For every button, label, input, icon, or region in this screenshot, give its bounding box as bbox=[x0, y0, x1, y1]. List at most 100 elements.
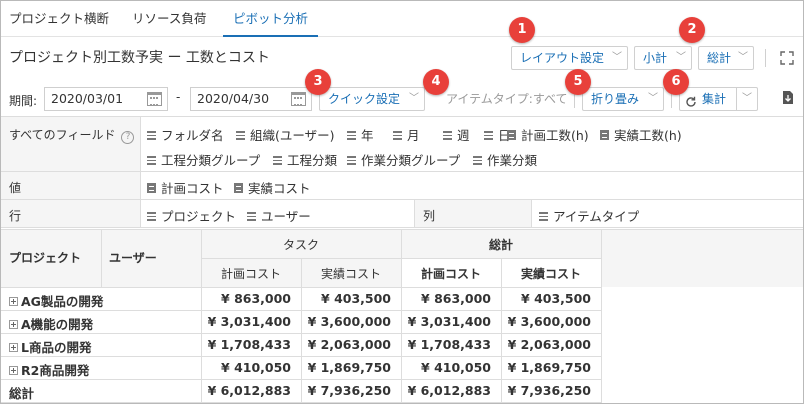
document-icon bbox=[600, 130, 609, 140]
help-icon[interactable]: ? bbox=[121, 131, 135, 144]
toolbar-divider bbox=[765, 49, 766, 67]
table-cell-value: ¥ 863,000 bbox=[221, 291, 291, 306]
callout-badge-1: 1 bbox=[509, 17, 535, 43]
callout-badge-2: 2 bbox=[679, 17, 705, 43]
export-icon[interactable] bbox=[782, 90, 798, 106]
row-label-text: AG製品の開発 bbox=[21, 294, 104, 309]
field-chip[interactable]: 実績工数(h) bbox=[600, 125, 682, 144]
field-chip[interactable]: 工程分類 bbox=[273, 150, 337, 169]
expand-plus-icon[interactable] bbox=[9, 297, 18, 306]
hamburger-icon bbox=[347, 131, 356, 140]
hamburger-icon bbox=[539, 212, 548, 221]
calendar-icon[interactable] bbox=[291, 92, 306, 106]
row-label-text: 総計 bbox=[9, 386, 35, 401]
expand-plus-icon[interactable] bbox=[9, 343, 18, 352]
field-chip[interactable]: 作業分類グループ bbox=[347, 150, 460, 169]
field-chip[interactable]: 月 bbox=[393, 125, 420, 144]
project-row-label[interactable]: L商品の開発 bbox=[9, 337, 91, 356]
table-cell-value: ¥ 403,500 bbox=[521, 291, 591, 306]
row-label-text: L商品の開発 bbox=[21, 340, 92, 355]
table-cell-value: ¥ 3,600,000 bbox=[507, 314, 591, 329]
project-row-label[interactable]: AG製品の開発 bbox=[9, 291, 103, 310]
table-cell-value: ¥ 863,000 bbox=[421, 291, 491, 306]
row-label-text: R2商品開発 bbox=[21, 363, 90, 378]
column-group-task: タスク bbox=[282, 238, 319, 252]
expand-plus-icon[interactable] bbox=[9, 366, 18, 375]
grid-line bbox=[1, 379, 601, 380]
field-chip-label: アイテムタイプ bbox=[553, 209, 640, 224]
table-cell-value: ¥ 1,708,433 bbox=[407, 337, 491, 352]
table-cell-value: ¥ 3,031,400 bbox=[407, 314, 491, 329]
tab-project-cross[interactable]: プロジェクト横断 bbox=[9, 1, 109, 37]
expand-icon[interactable] bbox=[780, 51, 796, 67]
field-chip-label: 計画工数(h) bbox=[521, 128, 589, 143]
tab-resource-load[interactable]: リソース負荷 bbox=[132, 1, 206, 37]
field-chip-label: 計画コスト bbox=[161, 181, 224, 196]
field-chip-label: 工程分類グループ bbox=[161, 153, 261, 168]
field-chip[interactable]: 週 bbox=[443, 125, 470, 144]
field-chip-label: 実績工数(h) bbox=[614, 128, 682, 143]
grid-line bbox=[1, 356, 601, 357]
quick-settings-label: クイック設定 bbox=[328, 92, 401, 106]
values-label: 値 bbox=[1, 172, 141, 199]
chevron-down-icon: ﹀ bbox=[648, 93, 658, 104]
start-date-value: 2020/03/01 bbox=[51, 91, 124, 106]
grand-total-button[interactable]: 総計 ﹀ bbox=[698, 46, 754, 70]
all-fields-label: すべてのフィールド bbox=[9, 128, 116, 142]
project-row-label[interactable]: A機能の開発 bbox=[9, 314, 93, 333]
hamburger-icon bbox=[393, 131, 402, 140]
table-cell-value: ¥ 2,063,000 bbox=[507, 337, 591, 352]
table-cell-value: ¥ 7,936,250 bbox=[507, 383, 591, 398]
field-chip[interactable]: ユーザー bbox=[247, 206, 311, 225]
grid-line bbox=[1, 402, 601, 403]
grid-line bbox=[601, 229, 602, 403]
expand-plus-icon[interactable] bbox=[9, 320, 18, 329]
all-fields-label-cell: すべてのフィールド? bbox=[1, 117, 141, 171]
field-chip[interactable]: 計画コスト bbox=[147, 178, 224, 197]
hamburger-icon bbox=[443, 131, 452, 140]
page-title: プロジェクト別工数予実 ー 工数とコスト bbox=[9, 50, 270, 66]
fold-button[interactable]: 折り畳み ﹀ bbox=[582, 87, 664, 111]
column-total-actual-cost: 実績コスト bbox=[520, 267, 581, 281]
end-date-value: 2020/04/30 bbox=[197, 91, 270, 106]
field-chip[interactable]: 作業分類 bbox=[473, 150, 537, 169]
hamburger-icon bbox=[147, 131, 156, 140]
table-cell-value: ¥ 2,063,000 bbox=[307, 337, 391, 352]
chevron-down-icon: ﹀ bbox=[409, 93, 419, 104]
field-chip[interactable]: 計画工数(h) bbox=[507, 125, 589, 144]
document-icon bbox=[234, 183, 243, 193]
end-date-input[interactable]: 2020/04/30 bbox=[190, 87, 312, 111]
field-chip-label: 月 bbox=[407, 128, 420, 143]
columns-label-cell: 列 bbox=[414, 200, 532, 227]
field-chip[interactable]: フォルダ名 bbox=[147, 125, 224, 144]
field-chip[interactable]: アイテムタイプ bbox=[539, 206, 639, 225]
quick-settings-button[interactable]: クイック設定 ﹀ bbox=[319, 87, 425, 111]
start-date-input[interactable]: 2020/03/01 bbox=[44, 87, 168, 111]
aggregate-button[interactable]: 集計 bbox=[679, 87, 737, 111]
field-chip[interactable]: プロジェクト bbox=[147, 206, 236, 225]
tab-pivot-analysis[interactable]: ピボット分析 bbox=[223, 1, 319, 37]
aggregate-dropdown-button[interactable]: ﹀ bbox=[736, 87, 758, 111]
rows-columns-row: 行 プロジェクト ユーザー 列 アイテムタイプ bbox=[1, 200, 803, 228]
hamburger-icon bbox=[347, 156, 356, 165]
subtotal-button[interactable]: 小計 ﹀ bbox=[634, 46, 692, 70]
field-chip[interactable]: 年 bbox=[347, 125, 374, 144]
field-chip-label: フォルダ名 bbox=[161, 128, 224, 143]
row-header-project: プロジェクト bbox=[9, 251, 82, 265]
field-chip[interactable]: 実績コスト bbox=[234, 178, 311, 197]
field-chip[interactable]: 工程分類グループ bbox=[147, 150, 260, 169]
item-type-filter[interactable]: アイテムタイプ:すべて bbox=[437, 87, 571, 111]
rows-label: 行 bbox=[1, 200, 141, 227]
field-chip[interactable]: 組織(ユーザー) bbox=[236, 125, 335, 144]
calendar-icon[interactable] bbox=[147, 92, 162, 106]
table-cell-value: ¥ 1,869,750 bbox=[307, 360, 391, 375]
chevron-down-icon: ﹀ bbox=[676, 52, 686, 63]
item-type-label: アイテムタイプ:すべて bbox=[446, 92, 568, 106]
layout-settings-button[interactable]: レイアウト設定 ﹀ bbox=[511, 46, 628, 70]
table-cell-value: ¥ 7,936,250 bbox=[307, 383, 391, 398]
chevron-down-icon: ﹀ bbox=[742, 93, 752, 104]
grid-line bbox=[1, 229, 803, 230]
project-row-label[interactable]: R2商品開発 bbox=[9, 360, 89, 379]
all-fields-row: すべてのフィールド? フォルダ名 組織(ユーザー) 年月週日計画工数(h) 実績工数(… bbox=[1, 117, 803, 172]
date-range-dash: - bbox=[176, 90, 181, 104]
